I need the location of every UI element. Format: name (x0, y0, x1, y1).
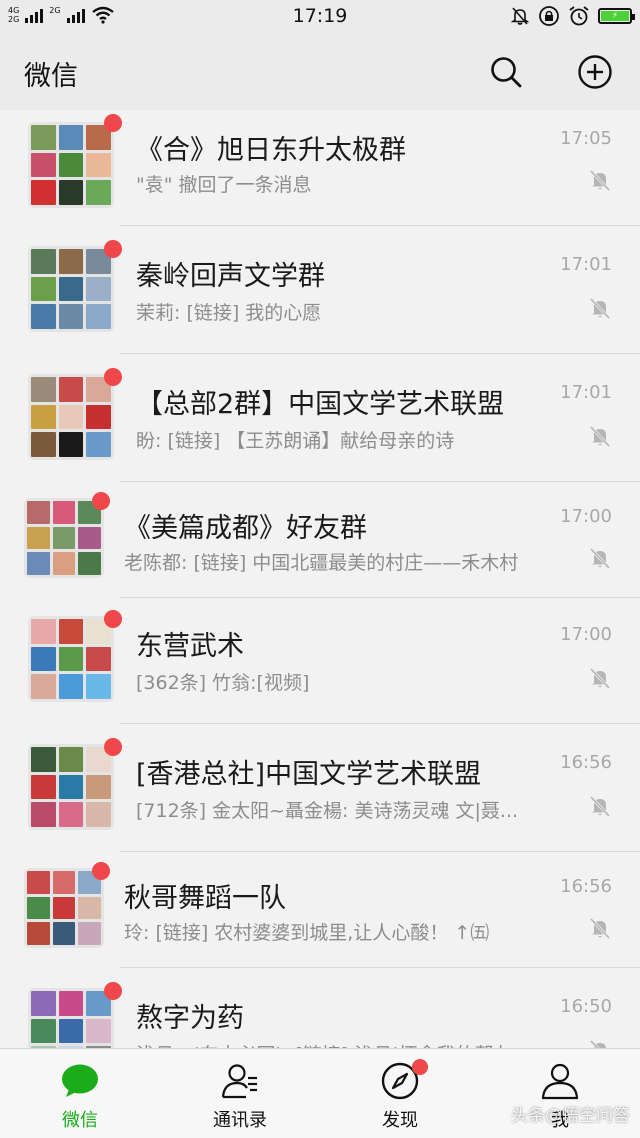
mute-bell-icon (589, 667, 611, 690)
chat-name: 《合》旭日东升太极群 (136, 135, 406, 166)
chat-time: 17:00 (560, 506, 612, 527)
unread-dot (104, 368, 122, 386)
status-icons: ⚡ (510, 5, 635, 27)
chat-time: 17:05 (560, 128, 612, 149)
unread-dot (92, 862, 110, 880)
search-button[interactable] (486, 52, 526, 92)
mute-bell-icon (589, 297, 611, 320)
mute-bell-icon (589, 917, 611, 940)
chat-time: 16:50 (560, 996, 612, 1017)
tab-contacts[interactable]: 通讯录 (160, 1049, 320, 1138)
chat-time: 17:00 (560, 624, 612, 645)
chat-name: [香港总社]中国文学艺术联盟 (136, 759, 482, 790)
alarm-icon (569, 6, 589, 26)
tab-chats[interactable]: 微信 (0, 1049, 160, 1138)
chat-bubble-icon (62, 1064, 98, 1097)
chat-preview: 茉莉: [链接] 我的心愿 (136, 302, 322, 324)
mute-bell-icon (589, 425, 611, 448)
chat-list[interactable]: 《合》旭日东升太极群 "袁" 撤回了一条消息 17:05 秦岭回声文学群 茉莉:… (0, 110, 640, 1048)
mute-bell-icon (589, 547, 611, 570)
chat-time: 16:56 (560, 752, 612, 773)
group-avatar (28, 122, 114, 208)
chat-row[interactable]: 《美篇成都》好友群 老陈都: [链接] 中国北疆最美的村庄——禾木村 17:00 (0, 482, 640, 598)
chat-preview: 玲: [链接] 农村婆婆到城里,让人心酸！ ↑㈤ (124, 922, 490, 944)
unread-dot (92, 492, 110, 510)
chat-preview: 老陈都: [链接] 中国北疆最美的村庄——禾木村 (124, 552, 519, 574)
mute-bell-icon (589, 169, 611, 192)
group-avatar (28, 616, 114, 702)
chat-name: 秋哥舞蹈一队 (124, 883, 286, 914)
tab-label: 通讯录 (213, 1110, 267, 1131)
unread-dot (104, 982, 122, 1000)
page-title: 微信 (24, 61, 78, 92)
chat-name: 秦岭回声文学群 (136, 261, 325, 292)
unread-dot (104, 114, 122, 132)
chat-row[interactable]: [香港总社]中国文学艺术联盟 [712条] 金太阳~聶金楊: 美诗荡灵魂 文|聂… (0, 724, 640, 852)
chat-row[interactable]: 【总部2群】中国文学艺术联盟 盼: [链接] 【王苏朗诵】献给母亲的诗 17:0… (0, 354, 640, 482)
tab-me[interactable]: 我 头条@悟空问答 (480, 1049, 640, 1138)
chat-row[interactable]: 《合》旭日东升太极群 "袁" 撤回了一条消息 17:05 (0, 110, 640, 226)
chat-name: 东营武术 (136, 631, 244, 662)
chat-time: 17:01 (560, 254, 612, 275)
tab-label: 发现 (382, 1110, 418, 1131)
chat-time: 16:56 (560, 876, 612, 897)
chat-preview: [362条] 竹翁:[视频] (136, 672, 310, 694)
tab-discover[interactable]: 发现 (320, 1049, 480, 1138)
unread-dot (104, 738, 122, 756)
group-avatar (28, 374, 114, 460)
battery-icon: ⚡ (598, 8, 635, 24)
plus-circle-icon (578, 55, 612, 89)
add-button[interactable] (575, 52, 615, 92)
chat-row[interactable]: 秋哥舞蹈一队 玲: [链接] 农村婆婆到城里,让人心酸！ ↑㈤ 16:56 (0, 852, 640, 968)
status-bar: 4G 2G 2G 17:19 ⚡ (0, 0, 640, 34)
group-avatar (28, 988, 114, 1048)
mute-bell-icon (589, 795, 611, 818)
chat-preview: 浅月...(东去必回): [链接] 浅月|怀念我的帮友 (136, 1040, 513, 1048)
bell-muted-icon (510, 7, 530, 25)
search-icon (491, 57, 522, 88)
group-avatar (24, 868, 104, 948)
chat-row[interactable]: 秦岭回声文学群 茉莉: [链接] 我的心愿 17:01 (0, 226, 640, 354)
group-avatar (24, 498, 104, 578)
chat-row[interactable]: 东营武术 [362条] 竹翁:[视频] 17:00 (0, 598, 640, 724)
chat-row[interactable]: 熬字为药 浅月...(东去必回): [链接] 浅月|怀念我的帮友 16:50 (0, 968, 640, 1048)
chat-name: 熬字为药 (136, 1003, 244, 1034)
group-avatar (28, 744, 114, 830)
group-avatar (28, 246, 114, 332)
contacts-icon (221, 1064, 257, 1099)
chat-preview: [712条] 金太阳~聶金楊: 美诗荡灵魂 文|聂... (136, 800, 519, 822)
watermark: 头条@悟空问答 (511, 1106, 630, 1126)
rotation-lock-icon (539, 6, 559, 26)
chat-time: 17:01 (560, 382, 612, 403)
chat-name: 《美篇成都》好友群 (124, 513, 367, 544)
top-bar: 微信 (0, 34, 640, 110)
bottom-tab-bar: 微信 通讯录 发现 我 头条@悟空问答 (0, 1048, 640, 1138)
chat-preview: 盼: [链接] 【王苏朗诵】献给母亲的诗 (136, 430, 455, 452)
tab-label: 微信 (62, 1110, 98, 1131)
person-icon (541, 1063, 579, 1100)
unread-dot (104, 610, 122, 628)
mute-bell-icon (589, 1039, 606, 1048)
chat-preview: "袁" 撤回了一条消息 (136, 174, 312, 196)
discover-badge-dot (412, 1059, 428, 1075)
chat-name: 【总部2群】中国文学艺术联盟 (136, 389, 505, 420)
unread-dot (104, 240, 122, 258)
battery-fill: ⚡ (601, 11, 629, 21)
